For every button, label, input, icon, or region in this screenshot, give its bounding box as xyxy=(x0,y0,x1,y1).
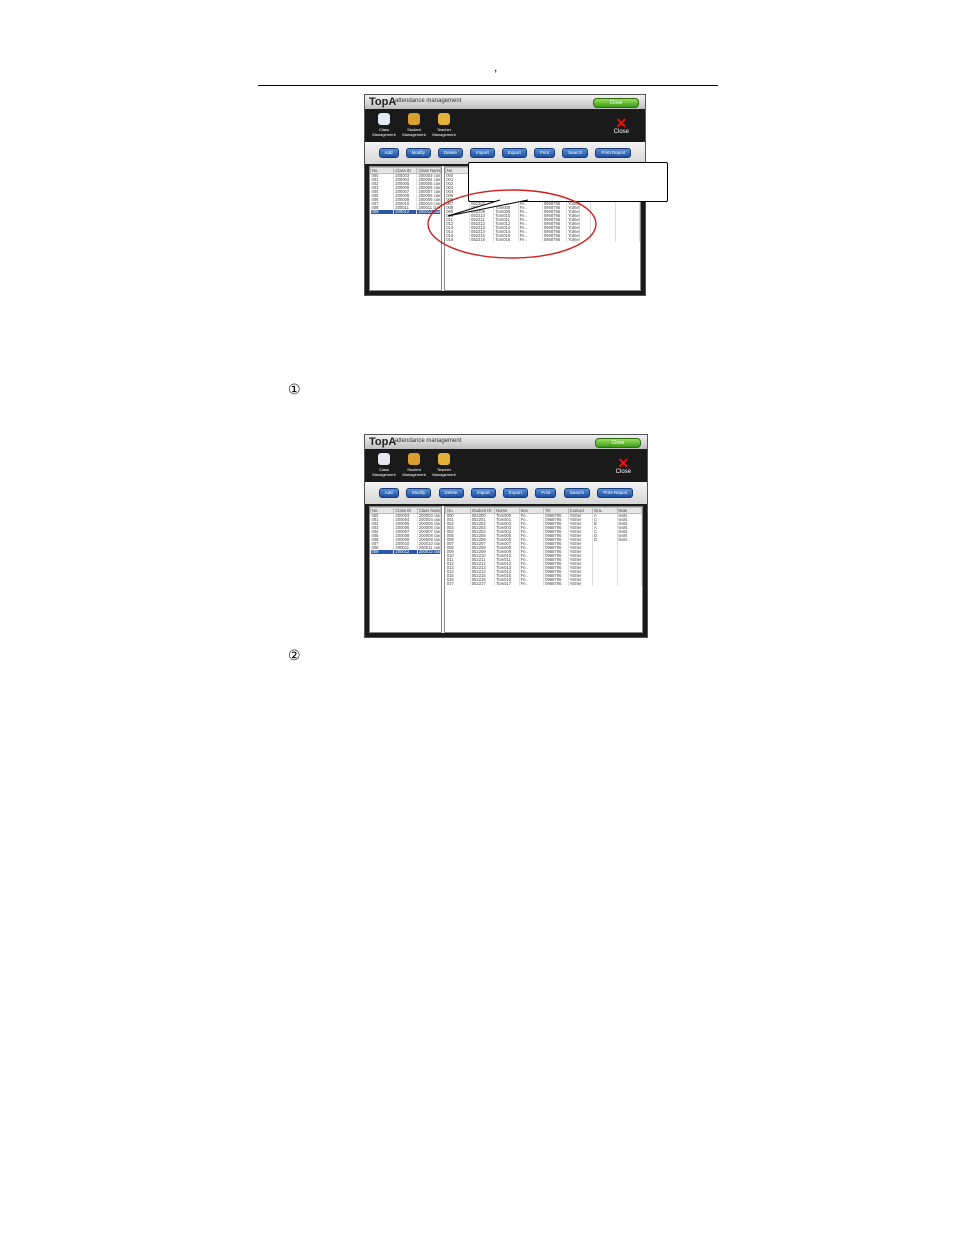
table-row[interactable]: 009200012200012 class xyxy=(370,550,442,554)
student-table: No. Student ID Name Sex Tel Contact Gra.. Note 0… xyxy=(445,507,643,586)
app-subtitle: attendance management xyxy=(395,98,462,104)
nav-item-2[interactable]: Teacher Management xyxy=(431,453,457,477)
table-cell: 016 xyxy=(445,238,471,242)
student-icon xyxy=(408,113,420,125)
toolbar-button-0[interactable]: Add xyxy=(378,488,399,498)
table-row[interactable]: 009200012200012 class xyxy=(370,210,441,214)
toolbar-button-6[interactable]: Search xyxy=(562,148,589,158)
table-cell: 0968795 xyxy=(543,582,569,586)
nav-item-label: Class Management xyxy=(372,127,396,137)
content-area: No. Class ID Class Name 000 200003 200003 cla… xyxy=(369,506,643,633)
table-cell: 052216 xyxy=(469,238,495,242)
nav-item-0[interactable]: Class Management xyxy=(371,453,397,477)
title-bar: TopA attendance management Close xyxy=(365,435,647,449)
nav-item-label: Teacher Management xyxy=(432,127,456,137)
header-mark: , xyxy=(494,60,498,74)
step-marker-2: ② xyxy=(288,648,301,664)
app-logo: TopA xyxy=(369,96,396,108)
column-header[interactable]: Class Name xyxy=(416,167,441,174)
table-cell xyxy=(615,238,640,242)
teacher-icon xyxy=(438,453,450,465)
nav-item-label: Teacher Management xyxy=(432,467,456,477)
header-rule xyxy=(258,85,718,86)
screenshot-2-app-window: TopA attendance management Close Class Mana… xyxy=(364,434,648,638)
table-cell: 200012 xyxy=(393,550,418,554)
column-header[interactable]: Student ID xyxy=(469,507,496,514)
table-cell: 009 xyxy=(370,210,395,214)
app-logo: TopA xyxy=(369,436,396,448)
nav-bar: Class Management Student Management Teache… xyxy=(371,113,457,137)
callout-box xyxy=(468,162,668,202)
toolbar-button-1[interactable]: Modify xyxy=(405,488,432,498)
table-row[interactable]: 016 052216 Tom016 Fe.. 0968795 Yother xyxy=(445,238,640,242)
student-icon xyxy=(408,453,420,465)
table-cell: 200012 class xyxy=(416,210,441,214)
close-label: Close xyxy=(613,129,629,135)
table-cell: Fe.. xyxy=(519,582,545,586)
close-label: Close xyxy=(615,469,631,475)
table-cell: Tom017 xyxy=(494,582,520,586)
table-cell: 0968795 xyxy=(542,238,568,242)
table-cell: Tom016 xyxy=(493,238,519,242)
nav-item-1[interactable]: Student Management xyxy=(401,113,427,137)
class-icon xyxy=(378,453,390,465)
nav-item-2[interactable]: Teacher Management xyxy=(431,113,457,137)
toolbar-button-2[interactable]: Delete xyxy=(438,488,464,498)
nav-item-0[interactable]: Class Management xyxy=(371,113,397,137)
class-table: No. Class ID Class Name 000 200003 200003 cla… xyxy=(369,167,441,214)
logo-text: TopA xyxy=(369,436,397,448)
toolbar-button-7[interactable]: Print Report xyxy=(597,488,634,498)
toolbar-button-0[interactable]: Add xyxy=(378,148,399,158)
table-cell: Yother xyxy=(568,582,594,586)
table-cell: 052217 xyxy=(470,582,496,586)
nav-bar: Class Management Student Management Teache… xyxy=(371,453,457,477)
close-button[interactable]: ✕ Close xyxy=(613,115,629,135)
table-cell: Fe.. xyxy=(518,238,543,242)
toolbar-button-5[interactable]: Print xyxy=(533,148,556,158)
table-cell: 200012 xyxy=(393,210,418,214)
table-cell: 200012 class xyxy=(417,550,442,554)
toolbar-button-4[interactable]: Export xyxy=(501,148,527,158)
toolbar-button-4[interactable]: Export xyxy=(502,488,528,498)
class-list-panel: No. Class ID Class Name 000 200003 200003 cla… xyxy=(369,166,442,291)
close-button[interactable]: ✕ Close xyxy=(615,455,631,475)
toolbar-button-1[interactable]: Modify xyxy=(405,148,431,158)
table-cell: Yother xyxy=(566,238,592,242)
nav-item-label: Class Management xyxy=(372,467,396,477)
nav-item-label: Student Management xyxy=(402,127,426,137)
step-marker-1: ① xyxy=(288,382,301,398)
column-header[interactable]: Class Name xyxy=(416,507,442,514)
toolbar-button-5[interactable]: Print xyxy=(535,488,557,498)
top-close-button[interactable]: Close xyxy=(593,98,639,108)
toolbar: Add Modify Delete Import Export Print Search Pr… xyxy=(365,482,647,504)
title-bar: TopA attendance management Close xyxy=(365,95,645,109)
nav-item-label: Student Management xyxy=(402,467,426,477)
class-table: No. Class ID Class Name 000 200003 200003 cla… xyxy=(370,507,442,554)
toolbar: Add Modify Delete Import Export Print Search Pr… xyxy=(365,142,645,164)
toolbar-button-7[interactable]: Print Report xyxy=(595,148,632,158)
top-close-button[interactable]: Close xyxy=(595,438,641,448)
table-cell xyxy=(592,582,618,586)
table-cell: 017 xyxy=(445,582,471,586)
close-icon: ✕ xyxy=(615,115,628,131)
table-cell: 009 xyxy=(370,550,395,554)
app-subtitle: attendance management xyxy=(395,438,462,444)
table-cell xyxy=(590,238,616,242)
table-cell xyxy=(617,582,643,586)
table-row[interactable]: 017 052217 Tom017 Fe.. 0968795 Yother xyxy=(445,582,643,586)
teacher-icon xyxy=(438,113,450,125)
class-icon xyxy=(378,113,390,125)
student-list-panel: No. Student ID Name Sex Tel Contact Gra.. Note 0… xyxy=(444,506,643,633)
close-icon: ✕ xyxy=(617,455,630,471)
toolbar-button-6[interactable]: Search xyxy=(563,488,591,498)
class-list-panel: No. Class ID Class Name 000 200003 200003 cla… xyxy=(369,506,443,633)
logo-text: TopA xyxy=(369,96,397,108)
toolbar-button-3[interactable]: Import xyxy=(469,148,495,158)
nav-item-1[interactable]: Student Management xyxy=(401,453,427,477)
toolbar-button-2[interactable]: Delete xyxy=(437,148,463,158)
toolbar-button-3[interactable]: Import xyxy=(470,488,496,498)
